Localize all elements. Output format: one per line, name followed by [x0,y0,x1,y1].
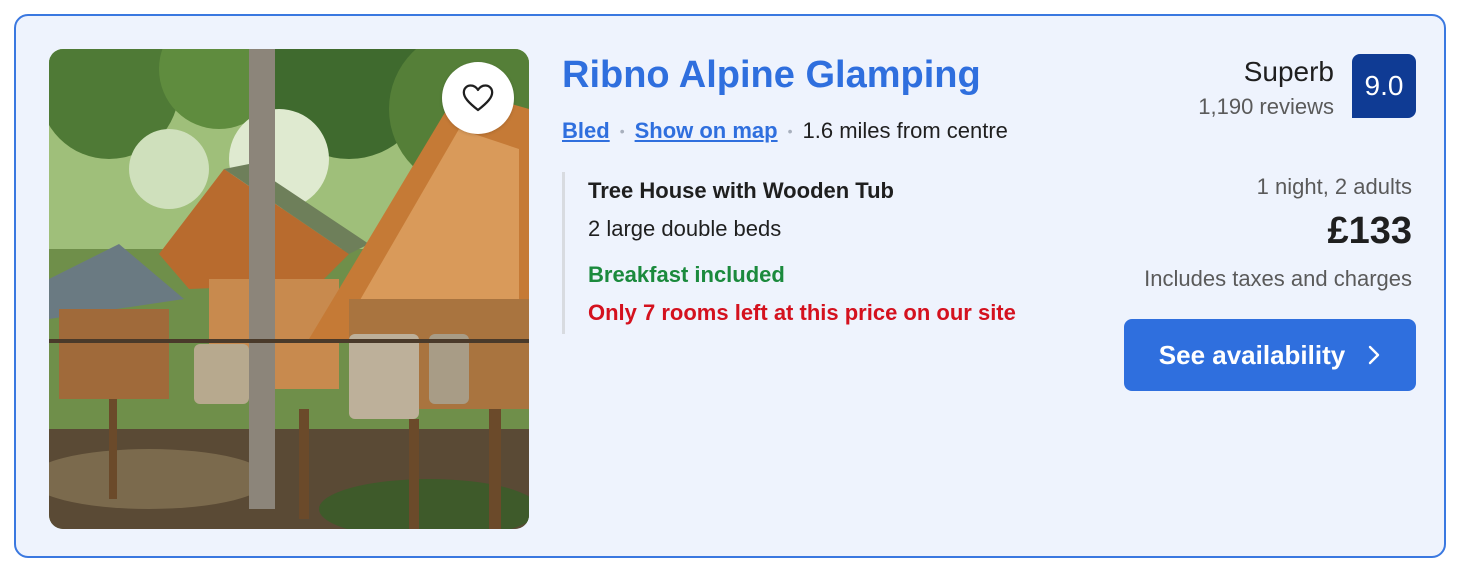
property-card: Ribno Alpine Glamping Bled • Show on map… [14,14,1446,558]
town-link[interactable]: Bled [562,118,610,144]
taxes-note: Includes taxes and charges [1144,266,1412,291]
review-score-badge[interactable]: 9.0 [1352,54,1416,118]
favorite-button[interactable] [442,62,514,134]
heart-outline-icon [461,81,495,115]
breakfast-badge: Breakfast included [588,262,785,287]
bed-info: 2 large double beds [588,216,782,241]
location-line: Bled • Show on map • 1.6 miles from cent… [562,118,1008,144]
review-count: 1,190 reviews [1198,94,1334,119]
distance-text: 1.6 miles from centre [802,118,1008,143]
scarcity-message: Only 7 rooms left at this price on our s… [588,300,1016,325]
price: £133 [1327,210,1412,252]
room-name: Tree House with Wooden Tub [588,178,894,203]
property-name-link[interactable]: Ribno Alpine Glamping [562,54,981,97]
chevron-right-icon [1367,344,1381,366]
show-on-map-link[interactable]: Show on map [635,118,778,144]
property-photo[interactable] [49,49,529,529]
review-word: Superb [1243,56,1334,87]
separator-dot: • [619,123,625,139]
stay-details: 1 night, 2 adults [1256,174,1412,199]
see-availability-label: See availability [1158,339,1346,370]
see-availability-button[interactable]: See availability [1124,319,1416,391]
separator-dot: • [787,123,793,139]
room-details: Tree House with Wooden Tub 2 large doubl… [562,172,1085,334]
